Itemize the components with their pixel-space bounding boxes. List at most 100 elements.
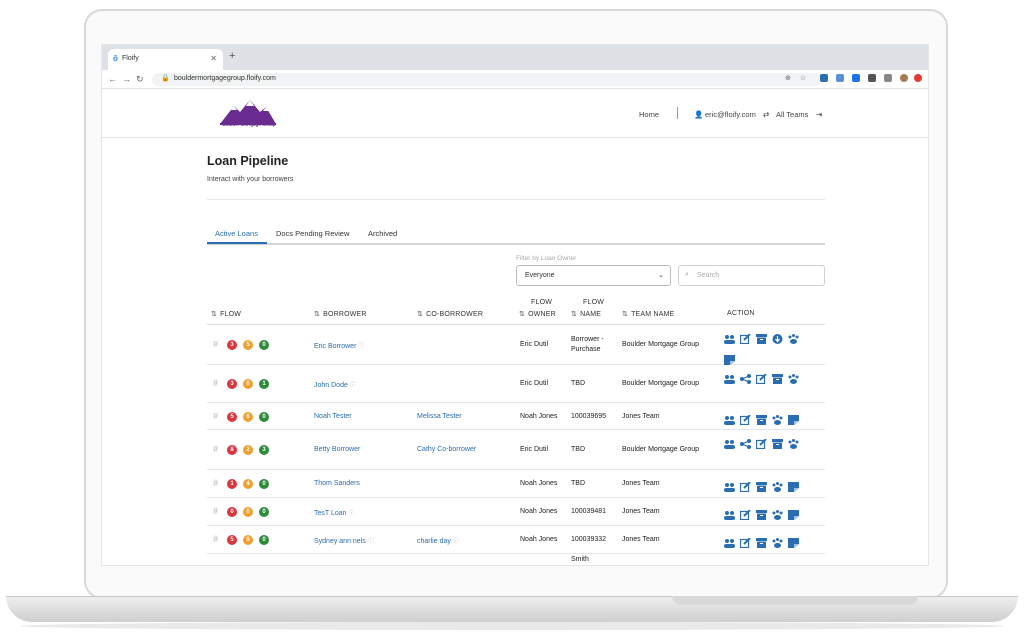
archive-icon[interactable] — [772, 436, 783, 449]
users-icon[interactable] — [724, 563, 735, 565]
edit-icon[interactable] — [739, 331, 751, 345]
reload-icon[interactable]: ↻ — [136, 74, 144, 85]
edit-icon[interactable] — [739, 507, 751, 521]
puzzle-icon[interactable] — [868, 74, 876, 82]
drag-handle-icon[interactable]: # — [213, 339, 218, 349]
download-icon[interactable] — [772, 331, 783, 344]
borrower-link[interactable]: Thom Sanders — [314, 480, 360, 487]
users-icon[interactable] — [724, 436, 735, 449]
table-row[interactable]: #8 2 3 Betty Borrower Cathy Co-borrower Eric … — [207, 430, 825, 470]
sign-out-icon[interactable]: ⇥ — [816, 110, 822, 119]
borrower-link[interactable]: TesT Loan ⓘ — [314, 508, 355, 517]
users-icon[interactable] — [724, 507, 735, 520]
paw-icon[interactable] — [772, 535, 783, 548]
info-icon[interactable]: ⓘ — [349, 511, 355, 517]
users-icon[interactable] — [724, 479, 735, 492]
paw-icon[interactable] — [772, 479, 783, 492]
forward-icon[interactable]: → — [122, 74, 131, 84]
col-flow-owner[interactable]: ⇅ OWNER — [519, 310, 556, 318]
info-icon[interactable]: ⓘ — [358, 344, 364, 350]
extension-3-icon[interactable] — [852, 74, 860, 82]
borrower-link[interactable]: John Dode ⓘ — [314, 380, 356, 389]
edit-icon[interactable] — [739, 535, 751, 549]
table-row[interactable]: #3 5 0 Eric Borrower ⓘ Eric Dutil Borrower - Pu… — [207, 325, 825, 365]
extension-2-icon[interactable] — [836, 74, 844, 82]
search-input[interactable]: ⌕ Search — [678, 265, 825, 286]
bookmark-star-icon[interactable]: ☆ — [800, 74, 806, 82]
paw-icon[interactable] — [772, 507, 783, 520]
table-row[interactable]: #5 0 0 Sydney ann nels ⓘ charlie day ⓘ Noah Jon… — [207, 526, 825, 554]
tab-archived[interactable]: Archived — [368, 229, 397, 238]
loan-owner-select[interactable]: Everyone ⌄ — [516, 265, 671, 286]
edit-icon[interactable] — [739, 479, 751, 493]
col-coborrower[interactable]: ⇅ CO-BORROWER — [417, 310, 483, 318]
table-row[interactable]: #3 0 1 John Dode ⓘ Eric Dutil TBD Boulder Mortg… — [207, 365, 825, 403]
users-icon[interactable] — [724, 412, 735, 425]
archive-icon[interactable] — [772, 563, 783, 565]
borrower-link[interactable]: Betty Borrower — [314, 446, 360, 453]
back-icon[interactable]: ← — [108, 74, 117, 84]
drag-handle-icon[interactable]: # — [213, 534, 218, 544]
edit-icon[interactable] — [755, 436, 767, 450]
drag-handle-icon[interactable]: # — [213, 506, 218, 516]
browser-tab[interactable]: ō Floify ✕ — [108, 49, 223, 70]
new-tab-icon[interactable]: + — [229, 50, 235, 62]
paw-icon[interactable] — [788, 371, 799, 384]
users-icon[interactable] — [724, 535, 735, 548]
drag-handle-icon[interactable]: # — [213, 411, 218, 421]
paw-icon[interactable] — [772, 412, 783, 425]
paw-icon[interactable] — [788, 436, 799, 449]
tab-docs-pending-review[interactable]: Docs Pending Review — [276, 229, 349, 238]
info-icon[interactable]: ⓘ — [350, 383, 356, 389]
col-team-name[interactable]: ⇅ TEAM NAME — [622, 310, 675, 318]
address-bar[interactable]: 🔒 bouldermortgagegroup.floify.com — [152, 73, 822, 86]
note-icon[interactable] — [724, 352, 735, 365]
archive-icon[interactable] — [756, 507, 767, 520]
extension-1-icon[interactable] — [820, 74, 828, 82]
table-row[interactable]: #5 6 0 Noah Tester Melissa Tester Noah Jones 1… — [207, 403, 825, 430]
paw-icon[interactable] — [788, 563, 799, 565]
tab-active-loans[interactable]: Active Loans — [215, 229, 258, 238]
borrower-link[interactable]: Eric Borrower ⓘ — [314, 341, 364, 350]
share-icon[interactable] — [740, 563, 751, 565]
archive-icon[interactable] — [756, 535, 767, 548]
close-icon[interactable]: ✕ — [210, 54, 217, 63]
paw-icon[interactable] — [788, 331, 799, 344]
coborrower-link[interactable]: Cathy Co-borrower — [417, 446, 476, 453]
note-icon[interactable] — [788, 507, 799, 520]
table-row[interactable]: Smith — [207, 554, 825, 565]
archive-icon[interactable] — [756, 412, 767, 425]
edit-icon[interactable] — [755, 371, 767, 385]
borrower-link[interactable]: Sydney ann nels ⓘ — [314, 536, 374, 545]
info-icon[interactable]: ⓘ — [453, 539, 459, 545]
table-row[interactable]: #0 0 0 TesT Loan ⓘ Noah Jones 100039481 Jones T… — [207, 498, 825, 526]
note-icon[interactable] — [788, 535, 799, 548]
col-borrower[interactable]: ⇅ BORROWER — [314, 310, 367, 318]
users-icon[interactable] — [724, 331, 735, 344]
borrower-link[interactable]: Noah Tester — [314, 413, 352, 420]
share-icon[interactable] — [740, 371, 751, 384]
archive-icon[interactable] — [756, 479, 767, 492]
drag-handle-icon[interactable]: # — [213, 478, 218, 488]
col-flow-name[interactable]: ⇅ NAME — [571, 310, 601, 318]
archive-icon[interactable] — [772, 371, 783, 384]
update-icon[interactable] — [914, 74, 922, 82]
edit-icon[interactable] — [756, 563, 767, 565]
col-flow[interactable]: ⇅ FLOW — [211, 310, 241, 318]
note-icon[interactable] — [788, 479, 799, 492]
profile-avatar-icon[interactable] — [900, 74, 908, 82]
drag-handle-icon[interactable]: # — [213, 378, 218, 388]
coborrower-link[interactable]: Melissa Tester — [417, 413, 462, 420]
coborrower-link[interactable]: charlie day ⓘ — [417, 536, 459, 545]
note-icon[interactable] — [788, 412, 799, 425]
share-icon[interactable] — [740, 436, 751, 449]
table-row[interactable]: #1 4 0 Thom Sanders Noah Jones TBD Jones Team — [207, 470, 825, 498]
zoom-icon[interactable]: ⊕ — [785, 74, 791, 82]
edit-icon[interactable] — [739, 412, 751, 426]
reading-list-icon[interactable] — [884, 74, 892, 82]
users-icon[interactable] — [724, 371, 735, 384]
user-email-link[interactable]: eric@floify.com — [705, 110, 756, 119]
home-link[interactable]: Home — [639, 110, 659, 119]
drag-handle-icon[interactable]: # — [213, 444, 218, 454]
info-icon[interactable]: ⓘ — [368, 539, 374, 545]
